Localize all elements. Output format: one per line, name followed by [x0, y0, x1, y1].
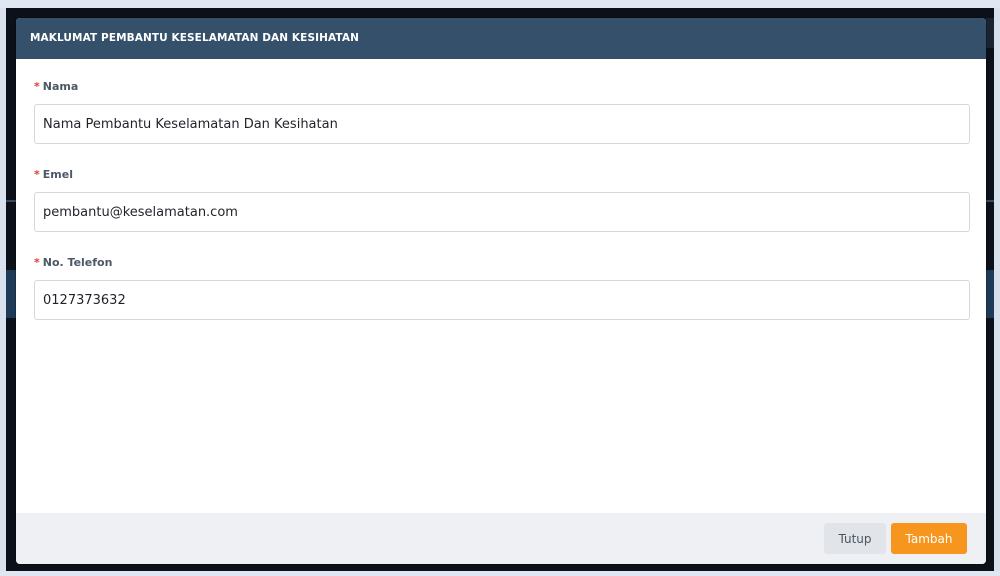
backdrop-page-edge [0, 0, 1000, 8]
pembantu-modal: MAKLUMAT PEMBANTU KESELAMATAN DAN KESIHA… [16, 18, 986, 564]
background-page-fragment [6, 200, 16, 202]
modal-header: MAKLUMAT PEMBANTU KESELAMATAN DAN KESIHA… [16, 18, 986, 59]
emel-label-text: Emel [42, 168, 73, 181]
nama-label-text: Nama [42, 80, 79, 93]
nama-label: * Nama [34, 80, 78, 93]
backdrop-page-edge [0, 571, 1000, 576]
background-page-fragment [986, 200, 994, 202]
telefon-label-text: No. Telefon [42, 256, 113, 269]
background-page-fragment [986, 18, 994, 48]
emel-label: * Emel [34, 168, 73, 181]
background-page-fragment [986, 270, 994, 318]
tambah-button[interactable]: Tambah [891, 523, 967, 554]
required-marker: * [34, 256, 40, 269]
nama-input[interactable] [34, 104, 970, 144]
modal-title: MAKLUMAT PEMBANTU KESELAMATAN DAN KESIHA… [30, 32, 359, 44]
backdrop-page-edge [994, 8, 1000, 576]
modal-footer: Tutup Tambah [16, 513, 986, 564]
telefon-input[interactable] [34, 280, 970, 320]
tutup-button[interactable]: Tutup [824, 523, 886, 554]
background-page-fragment [6, 270, 16, 318]
required-marker: * [34, 168, 40, 181]
emel-input[interactable] [34, 192, 970, 232]
telefon-label: * No. Telefon [34, 256, 112, 269]
required-marker: * [34, 80, 40, 93]
